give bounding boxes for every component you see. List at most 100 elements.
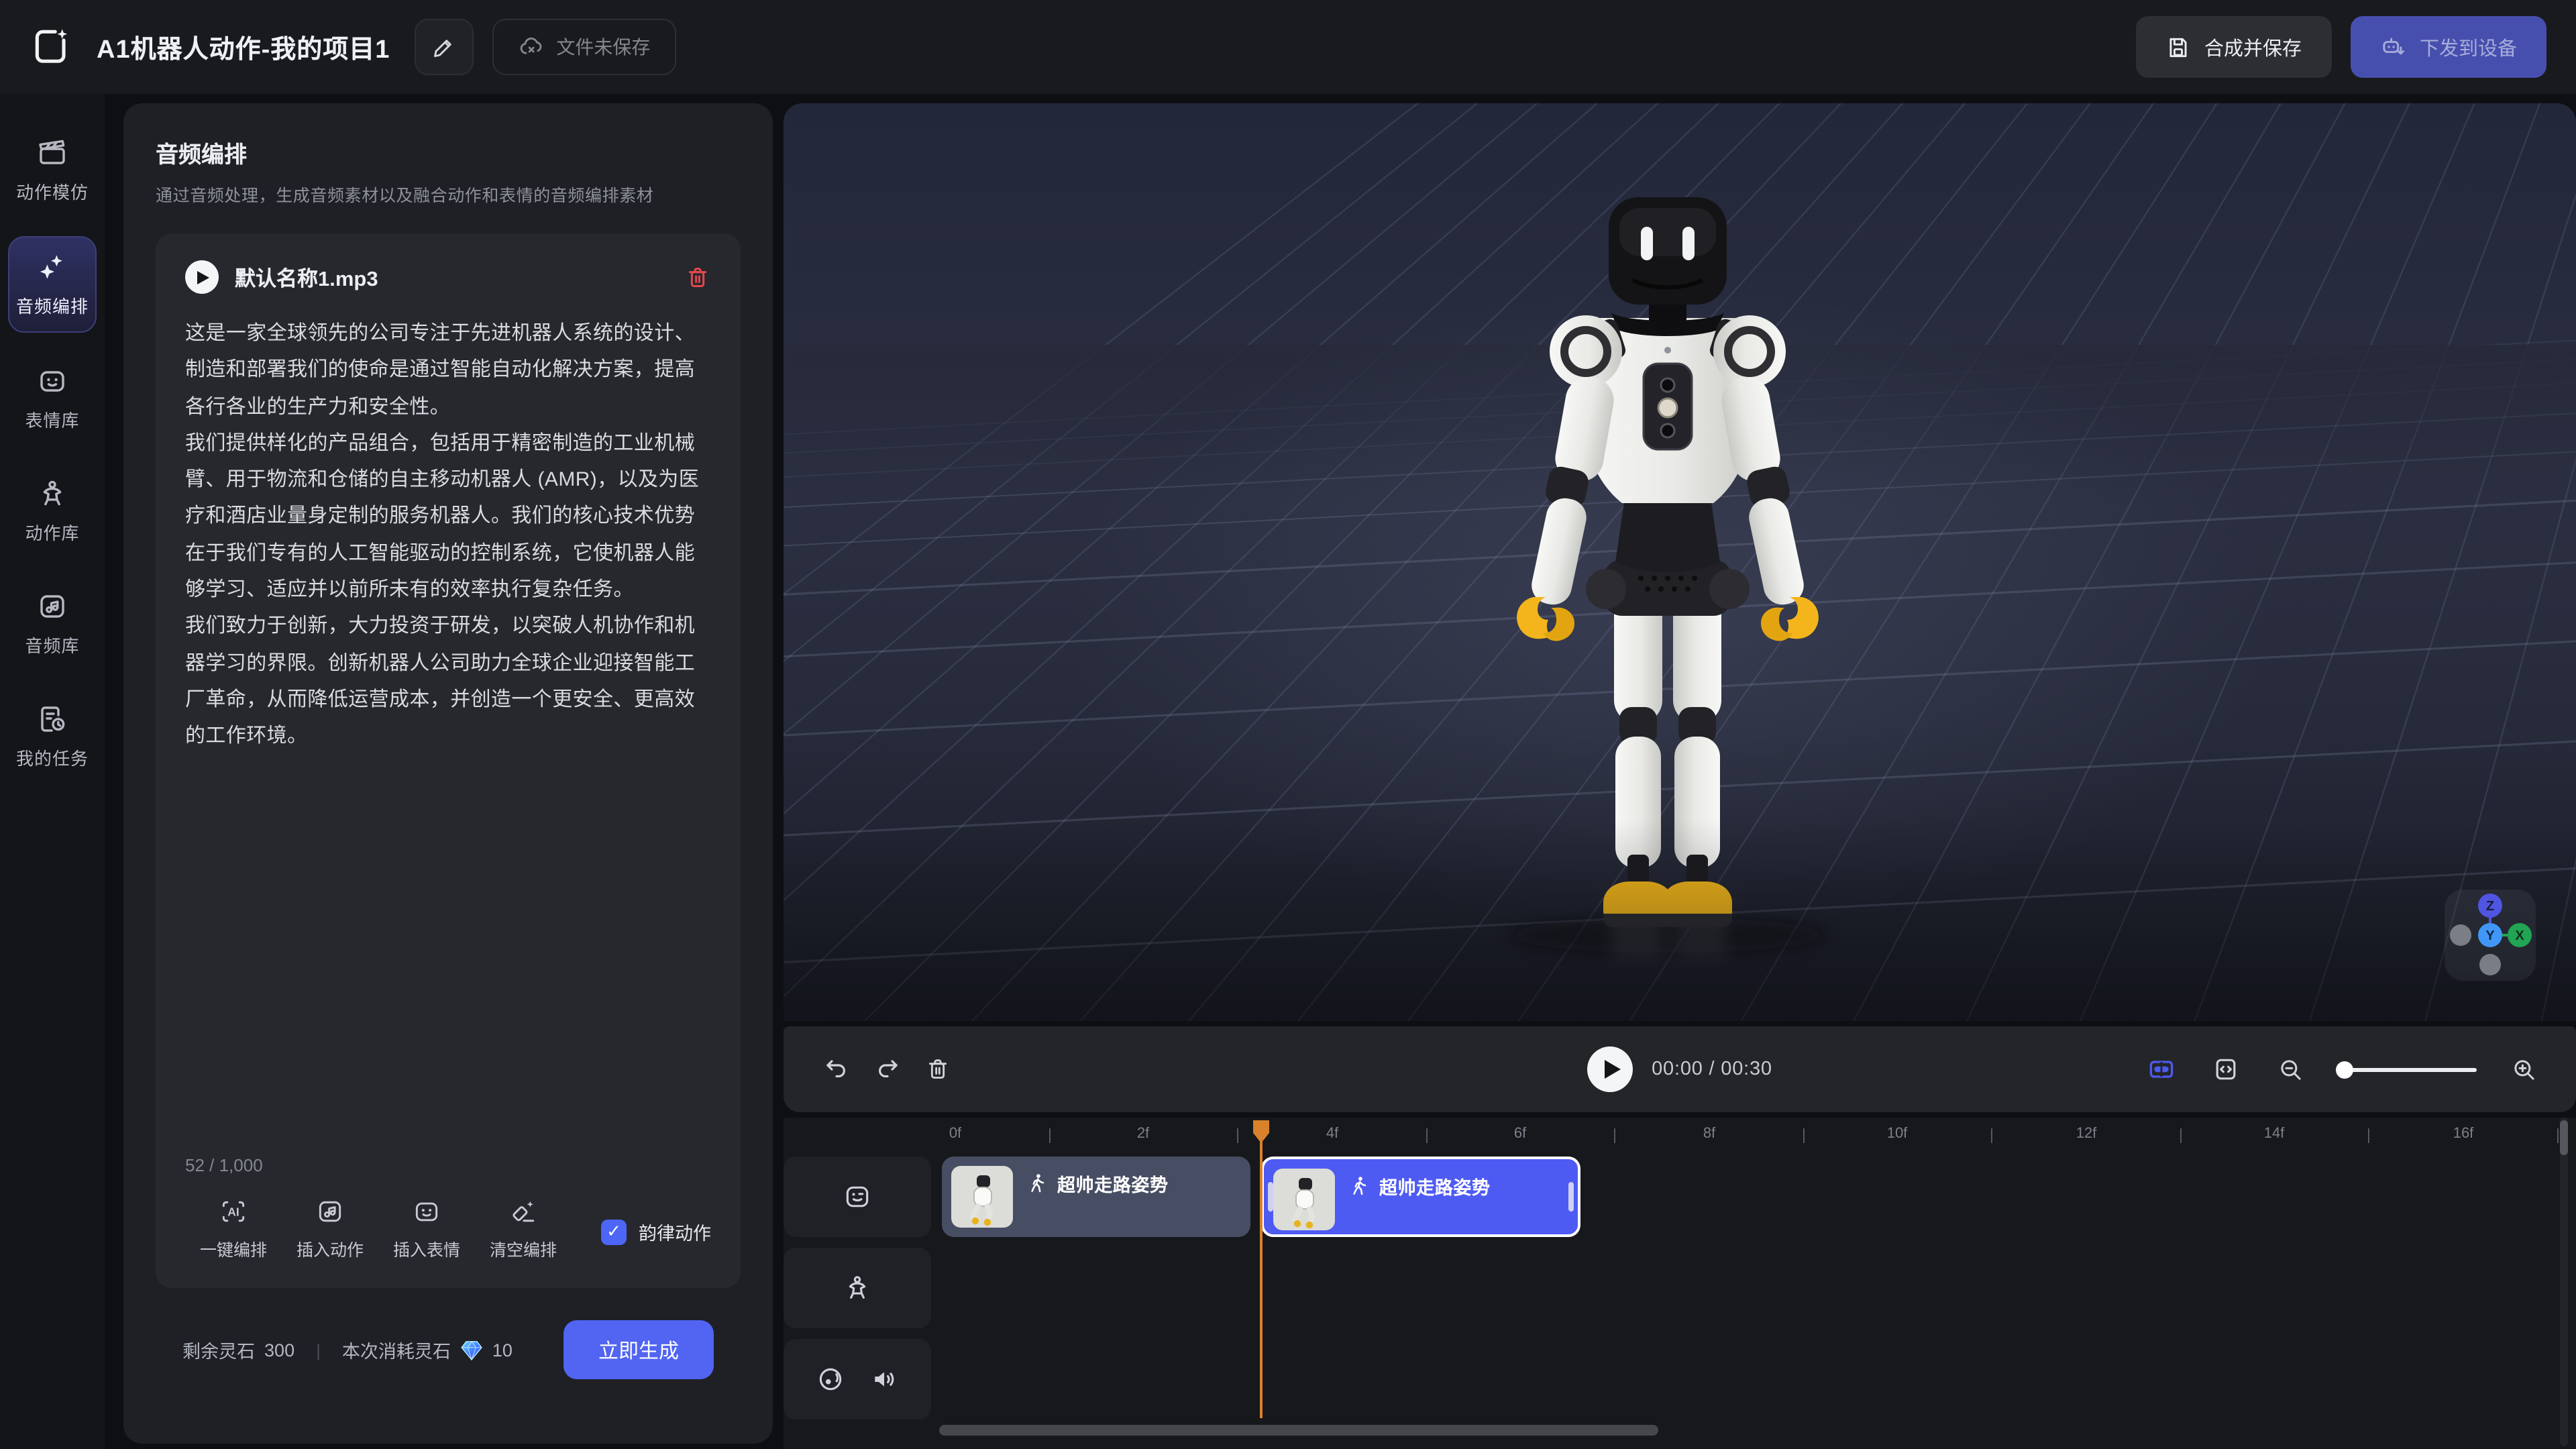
robot-download-icon: [2379, 34, 2406, 60]
footer-divider: |: [316, 1340, 321, 1360]
zoom-in-button[interactable]: [2498, 1044, 2549, 1095]
cost-stones-value: 10: [492, 1340, 513, 1360]
gem-icon: [460, 1338, 483, 1361]
fit-width-icon: [2211, 1055, 2241, 1084]
expression-track-header[interactable]: [784, 1157, 931, 1237]
timeline-ruler[interactable]: 0f 2f 4f 6f 8f 10f 12f 14f 16f: [784, 1118, 2576, 1155]
deploy-to-device-button[interactable]: 下发到设备: [2350, 16, 2546, 78]
ruler-label: 0f: [949, 1126, 961, 1142]
audio-card-actions: AI 一键编排 插入动作 插: [185, 1197, 711, 1267]
sidebar-item-label: 我的任务: [16, 745, 89, 770]
axis-x-label: X: [2515, 928, 2524, 943]
viewport-bottom-fade: [784, 820, 2576, 1021]
unsaved-status-button[interactable]: 文件未保存: [492, 19, 676, 75]
app-logo-icon: [30, 24, 75, 70]
timeline-horizontal-scrollbar[interactable]: [939, 1425, 1658, 1436]
fit-timeline-button[interactable]: [2200, 1044, 2251, 1095]
compose-save-label: 合成并保存: [2204, 33, 2302, 61]
topbar-actions: 合成并保存 下发到设备: [2136, 16, 2546, 78]
person-icon: [36, 478, 68, 510]
sidebar-item-audio-arrange[interactable]: 音频编排: [8, 236, 97, 333]
timeline-play-button[interactable]: [1587, 1046, 1633, 1092]
eraser-icon: [508, 1197, 538, 1226]
rhythm-checkbox[interactable]: ✓: [601, 1219, 627, 1244]
timeline-zoom-slider[interactable]: [2337, 1067, 2477, 1071]
undo-icon: [822, 1055, 850, 1083]
rename-button[interactable]: [414, 19, 473, 75]
pencil-icon: [431, 34, 456, 60]
rhythm-motion-toggle: ✓ 韵律动作: [601, 1218, 711, 1261]
axis-gizmo[interactable]: Z X Y: [2445, 890, 2536, 981]
snap-tool-icon: [2147, 1055, 2176, 1084]
sidebar-item-label: 音频编排: [16, 292, 89, 318]
playback-right-tools: [2136, 1044, 2549, 1095]
music-box-icon: [315, 1197, 345, 1226]
ai-badge-icon: AI: [219, 1197, 248, 1226]
playback-toolbar: 00:00 / 00:30: [784, 1026, 2576, 1112]
clear-arrange-button[interactable]: 清空编排: [475, 1197, 572, 1261]
axis-z-label: Z: [2486, 899, 2494, 914]
sidebar-item-expression-library[interactable]: 表情库: [8, 352, 97, 445]
save-icon: [2165, 34, 2191, 60]
action-label: 插入动作: [297, 1236, 364, 1261]
music-box-icon: [36, 590, 68, 623]
action-label: 一键编排: [200, 1236, 267, 1261]
walking-person-icon: [1026, 1173, 1048, 1194]
audio-item-header: 默认名称1.mp3: [185, 260, 711, 294]
one-click-arrange-button[interactable]: AI 一键编排: [185, 1197, 282, 1261]
audio-track-header[interactable]: [784, 1339, 931, 1419]
app-window: A1机器人动作-我的项目1 文件未保存 合成并保存: [0, 0, 2576, 1449]
robot-face-icon: [412, 1197, 441, 1226]
action-track-header[interactable]: [784, 1248, 931, 1328]
delete-clip-button[interactable]: [912, 1044, 963, 1095]
cloud-unsaved-icon: [517, 34, 544, 60]
sparkles-icon: [36, 251, 68, 283]
clip-trim-handle-left[interactable]: [1268, 1182, 1273, 1212]
action-label: 清空编排: [490, 1236, 557, 1261]
audio-file-name: 默认名称1.mp3: [235, 262, 378, 292]
walking-person-icon: [1348, 1175, 1370, 1197]
audio-item-card: 默认名称1.mp3 这是一家全球领先的公司专注于先进机器人系统的设计、制造和部署…: [156, 233, 741, 1288]
audio-transcript-textarea[interactable]: 这是一家全球领先的公司专注于先进机器人系统的设计、制造和部署我们的使命是通过智能…: [185, 315, 711, 1147]
compose-save-button[interactable]: 合成并保存: [2136, 16, 2331, 78]
zoom-out-button[interactable]: [2265, 1044, 2316, 1095]
redo-button[interactable]: [861, 1044, 912, 1095]
zoom-slider-knob[interactable]: [2336, 1061, 2353, 1078]
insert-action-button[interactable]: 插入动作: [282, 1197, 378, 1261]
trash-icon: [924, 1056, 951, 1083]
sidebar-item-label: 动作模仿: [16, 178, 89, 204]
sidebar-item-action-library[interactable]: 动作库: [8, 464, 97, 558]
redo-icon: [873, 1055, 901, 1083]
ruler-label: 2f: [1137, 1126, 1149, 1142]
play-icon: [197, 270, 209, 284]
clapperboard-icon: [36, 137, 68, 169]
task-list-icon: [36, 703, 68, 735]
timeline-vertical-scrollbar[interactable]: [2560, 1120, 2568, 1155]
timeline-clip[interactable]: 超帅走路姿势: [942, 1157, 1250, 1237]
cost-stones-label: 本次消耗灵石: [342, 1336, 451, 1363]
generate-now-button[interactable]: 立即生成: [564, 1320, 714, 1379]
sidebar-item-label: 动作库: [25, 519, 79, 545]
ai-text: AI: [227, 1205, 239, 1219]
undo-button[interactable]: [810, 1044, 861, 1095]
audio-play-button[interactable]: [185, 260, 219, 294]
3d-viewport[interactable]: Z X Y: [784, 103, 2576, 1021]
delete-audio-button[interactable]: [684, 264, 711, 290]
remaining-stones-label: 剩余灵石: [182, 1336, 255, 1363]
speaker-icon: [869, 1364, 899, 1394]
clip-label: 超帅走路姿势: [1057, 1170, 1169, 1197]
playhead[interactable]: [1260, 1120, 1263, 1418]
clip-thumbnail: [951, 1166, 1013, 1228]
project-title: A1机器人动作-我的项目1: [97, 29, 390, 65]
axis-y-label: Y: [2485, 928, 2495, 943]
unsaved-status-label: 文件未保存: [556, 34, 650, 60]
sidebar-item-audio-library[interactable]: 音频库: [8, 577, 97, 671]
ruler-label: 4f: [1326, 1126, 1338, 1142]
timeline-clip-selected[interactable]: 超帅走路姿势: [1261, 1157, 1580, 1237]
auto-snap-tool-button[interactable]: [2136, 1044, 2187, 1095]
sidebar-item-motion-mimic[interactable]: 动作模仿: [8, 123, 97, 217]
zoom-in-icon: [2510, 1055, 2538, 1083]
sidebar-item-my-tasks[interactable]: 我的任务: [8, 690, 97, 784]
insert-expression-button[interactable]: 插入表情: [378, 1197, 475, 1261]
clip-trim-handle-right[interactable]: [1568, 1182, 1574, 1212]
